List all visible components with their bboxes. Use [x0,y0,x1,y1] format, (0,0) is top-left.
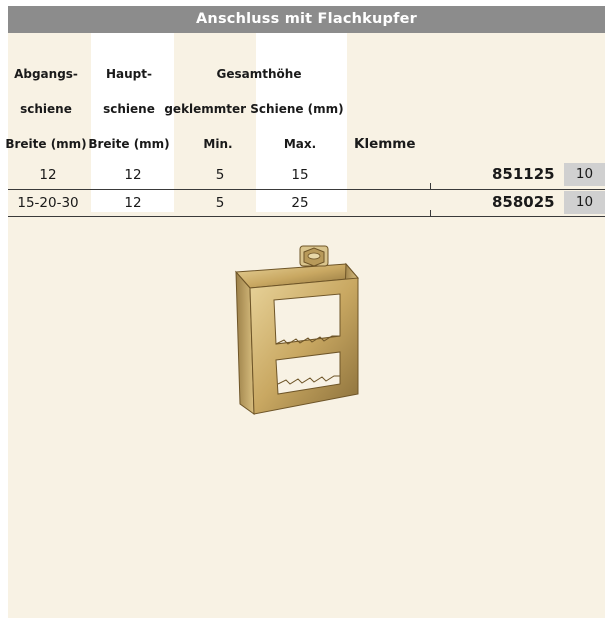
header-haupt-line3: Breite (mm) [88,137,170,151]
header-gesamt-line2: geklemmter Schiene (mm) [164,102,344,116]
row1-haupt: 12 [124,167,142,183]
flat-copper-clamp-illustration-icon [234,245,360,415]
row2-qty: 10 [564,191,605,214]
header-abgang-line2: schiene [20,102,72,116]
header-abgang-line1: Abgangs- [14,67,78,81]
row2-abgang: 15-20-30 [17,195,79,211]
row1-abgang: 12 [39,167,57,183]
header-max: Max. [283,137,317,151]
section-title: Anschluss mit Flachkupfer [8,6,605,33]
row2-haupt: 12 [124,195,142,211]
row2-code: 858025 [492,193,555,211]
header-klemme: Klemme [354,136,416,152]
row1-max: 15 [291,167,309,183]
header-haupt-line2: schiene [103,102,155,116]
header-gesamt-line1: Gesamthöhe [216,67,302,81]
row1-min: 5 [215,167,225,183]
row-divider [8,189,605,190]
header-abgang-line3: Breite (mm) [5,137,87,151]
product-sheet: Anschluss mit Flachkupfer Abgangs- schie… [5,6,605,618]
column-band-max [256,33,347,212]
header-min: Min. [203,137,233,151]
row2-max: 25 [291,195,309,211]
row1-code: 851125 [492,165,555,183]
column-band-haupt [91,33,174,212]
row2-min: 5 [215,195,225,211]
clamp-photo [218,244,368,428]
header-haupt-line1: Haupt- [106,67,152,81]
row1-qty: 10 [564,163,605,186]
table-bottom-rule [8,216,605,217]
